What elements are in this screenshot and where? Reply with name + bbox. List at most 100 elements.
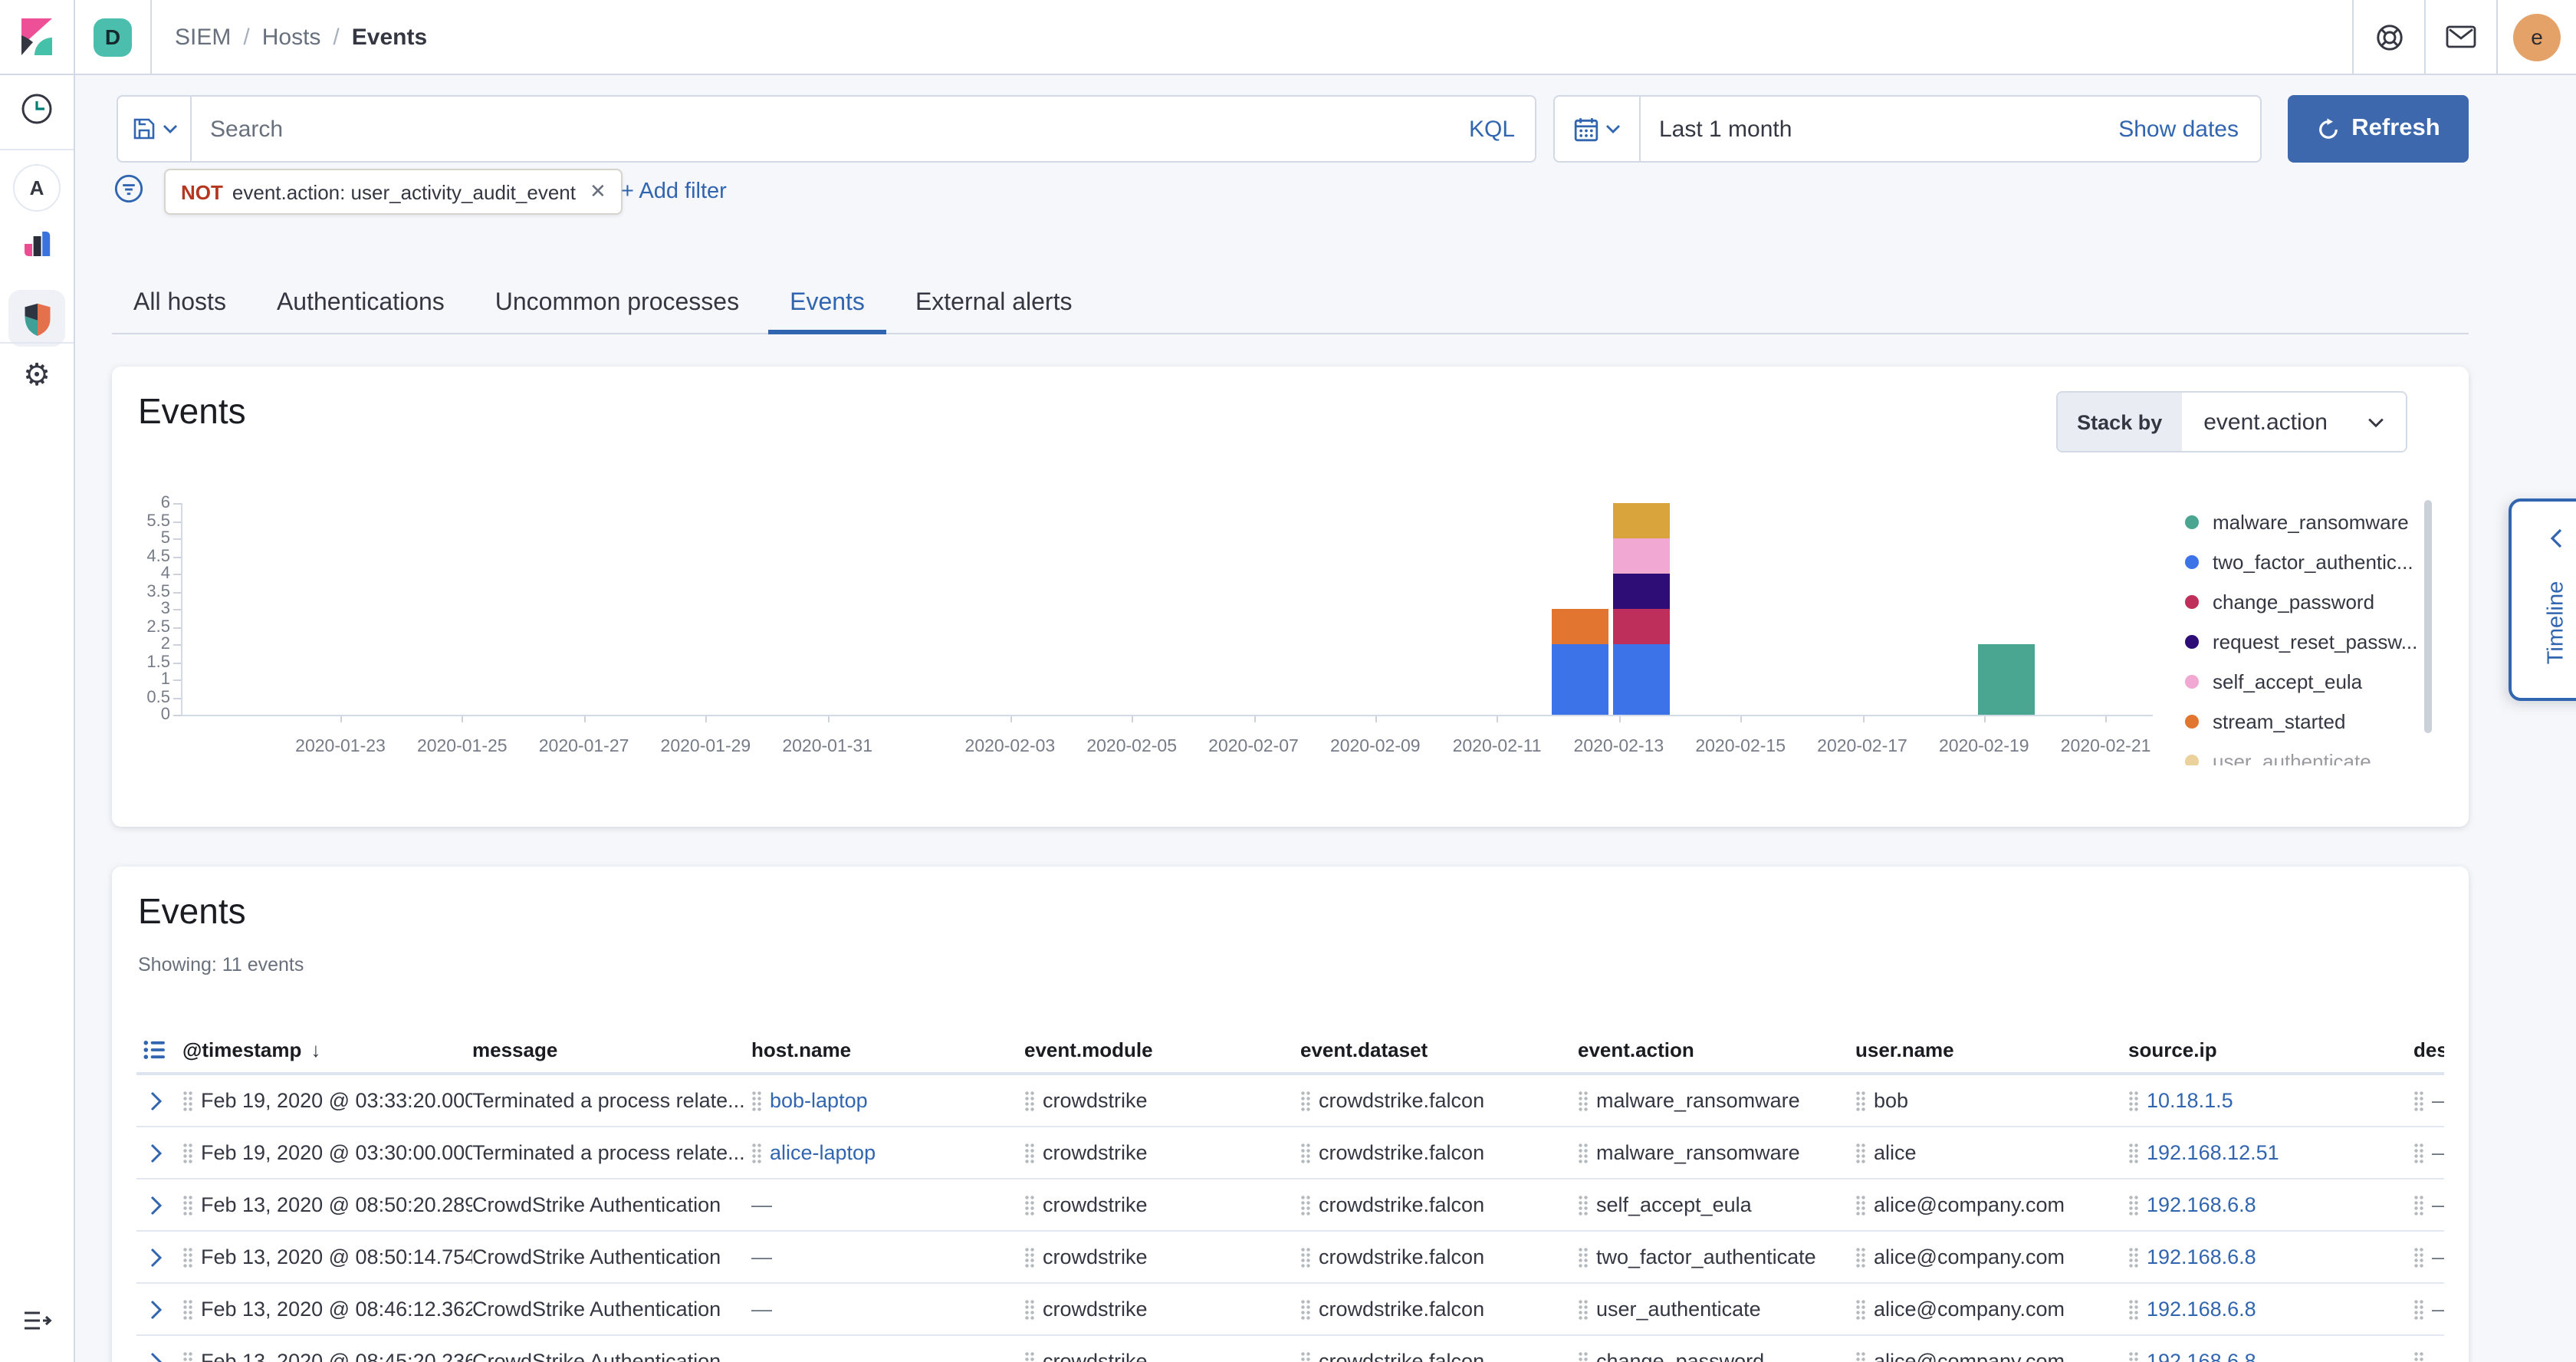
cell-link[interactable]: 192.168.6.8	[2147, 1350, 2256, 1362]
bar-segment-request_reset_password[interactable]	[1612, 574, 1669, 608]
space-badge[interactable]: D	[94, 18, 132, 56]
expand-row-chevron-icon[interactable]	[147, 1088, 164, 1113]
breadcrumb-item[interactable]: Hosts	[262, 24, 321, 50]
sidebar-item-apm[interactable]: A	[13, 164, 61, 212]
drag-handle[interactable]	[2128, 1246, 2139, 1268]
drag-handle[interactable]	[1578, 1142, 1589, 1163]
drag-handle[interactable]	[1578, 1298, 1589, 1320]
drag-handle[interactable]	[2413, 1246, 2424, 1268]
filter-pill[interactable]: NOT event.action: user_activity_audit_ev…	[164, 169, 623, 215]
cell-link[interactable]: 10.18.1.5	[2147, 1089, 2233, 1112]
cell-value[interactable]: —	[2432, 1141, 2444, 1164]
cell-link[interactable]: 192.168.12.51	[2147, 1141, 2279, 1164]
column-header-message[interactable]: message	[472, 1038, 751, 1061]
cell-value[interactable]: crowdstrike	[1043, 1245, 1148, 1268]
drag-handle[interactable]	[1300, 1194, 1311, 1216]
collapse-nav-button[interactable]	[21, 1308, 52, 1333]
drag-handle[interactable]	[1024, 1142, 1035, 1163]
expand-row-chevron-icon[interactable]	[147, 1349, 164, 1362]
filter-settings-icon[interactable]	[113, 173, 144, 204]
legend-item-change_password[interactable]: change_password	[2185, 581, 2424, 621]
tab-authentications[interactable]: Authentications	[255, 275, 466, 333]
drag-handle[interactable]	[1855, 1350, 1866, 1362]
bar-segment-stream_started[interactable]	[1552, 609, 1608, 643]
drag-handle[interactable]	[2413, 1298, 2424, 1320]
expand-row-chevron-icon[interactable]	[147, 1245, 164, 1269]
bar-segment-user_authenticate[interactable]	[1612, 503, 1669, 538]
column-header--timestamp[interactable]: @timestamp↓	[182, 1038, 472, 1061]
cell-value[interactable]: crowdstrike	[1043, 1298, 1148, 1321]
drag-handle[interactable]	[1855, 1142, 1866, 1163]
cell-value[interactable]: bob	[1874, 1089, 1908, 1112]
tab-events[interactable]: Events	[768, 275, 886, 333]
bar-segment-two_factor_authenticate[interactable]	[1612, 644, 1669, 714]
drag-handle[interactable]	[182, 1090, 193, 1111]
drag-handle[interactable]	[182, 1350, 193, 1362]
bar-segment-change_password[interactable]	[1612, 609, 1669, 643]
help-button[interactable]	[2354, 0, 2424, 74]
drag-handle[interactable]	[2128, 1194, 2139, 1216]
bar-segment-malware_ransomware[interactable]	[1978, 644, 2035, 714]
timeline-flyout-button[interactable]: Timeline	[2509, 498, 2576, 701]
drag-handle[interactable]	[1300, 1246, 1311, 1268]
fields-browser-icon[interactable]	[143, 1038, 166, 1061]
cell-link[interactable]: 192.168.6.8	[2147, 1193, 2256, 1216]
cell-value[interactable]: change_password	[1596, 1350, 1764, 1362]
drag-handle[interactable]	[1024, 1246, 1035, 1268]
cell-value[interactable]: user_authenticate	[1596, 1298, 1761, 1321]
date-range-value[interactable]: Last 1 month	[1641, 116, 2097, 142]
drag-handle[interactable]	[1855, 1246, 1866, 1268]
cell-value[interactable]: crowdstrike.falcon	[1319, 1298, 1484, 1321]
cell-link[interactable]: 192.168.6.8	[2147, 1245, 2256, 1268]
drag-handle[interactable]	[182, 1142, 193, 1163]
sidebar-item-analytics[interactable]	[21, 229, 52, 259]
drag-handle[interactable]	[751, 1090, 762, 1111]
drag-handle[interactable]	[1024, 1090, 1035, 1111]
recently-viewed-button[interactable]	[20, 92, 54, 126]
drag-handle[interactable]	[1578, 1246, 1589, 1268]
cell-link[interactable]: bob-laptop	[770, 1089, 868, 1112]
cell-value[interactable]: crowdstrike.falcon	[1319, 1245, 1484, 1268]
drag-handle[interactable]	[2128, 1142, 2139, 1163]
cell-value[interactable]: Feb 13, 2020 @ 08:50:14.754	[201, 1245, 472, 1268]
drag-handle[interactable]	[1855, 1090, 1866, 1111]
cell-value[interactable]: Feb 13, 2020 @ 08:45:20.236	[201, 1350, 472, 1362]
cell-link[interactable]: 192.168.6.8	[2147, 1298, 2256, 1321]
cell-value[interactable]: crowdstrike.falcon	[1319, 1089, 1484, 1112]
cell-value[interactable]: crowdstrike	[1043, 1193, 1148, 1216]
kql-button[interactable]: KQL	[1449, 116, 1535, 142]
drag-handle[interactable]	[1300, 1298, 1311, 1320]
drag-handle[interactable]	[1024, 1194, 1035, 1216]
expand-row-chevron-icon[interactable]	[147, 1193, 164, 1217]
drag-handle[interactable]	[1578, 1090, 1589, 1111]
cell-value[interactable]: —	[2432, 1245, 2444, 1268]
cell-value[interactable]: crowdstrike.falcon	[1319, 1141, 1484, 1164]
drag-handle[interactable]	[1578, 1350, 1589, 1362]
cell-value[interactable]: alice	[1874, 1141, 1917, 1164]
drag-handle[interactable]	[2128, 1298, 2139, 1320]
cell-value[interactable]: Feb 13, 2020 @ 08:50:20.289	[201, 1193, 472, 1216]
legend-item-two_factor_authenticate[interactable]: two_factor_authentic...	[2185, 541, 2424, 581]
drag-handle[interactable]	[751, 1142, 762, 1163]
cell-value[interactable]: —	[2432, 1298, 2444, 1321]
legend-item-stream_started[interactable]: stream_started	[2185, 701, 2424, 741]
breadcrumb-item[interactable]: SIEM	[175, 24, 231, 50]
column-header-destination-ip[interactable]: destination.ip	[2413, 1038, 2444, 1061]
tab-all-hosts[interactable]: All hosts	[112, 275, 248, 333]
tab-external-alerts[interactable]: External alerts	[894, 275, 1094, 333]
show-dates-link[interactable]: Show dates	[2097, 116, 2260, 142]
cell-value[interactable]: alice@company.com	[1874, 1298, 2065, 1321]
legend-item-malware_ransomware[interactable]: malware_ransomware	[2185, 502, 2424, 541]
cell-value[interactable]: crowdstrike	[1043, 1141, 1148, 1164]
drag-handle[interactable]	[182, 1194, 193, 1216]
column-header-event-module[interactable]: event.module	[1024, 1038, 1300, 1061]
drag-handle[interactable]	[2413, 1350, 2424, 1362]
drag-handle[interactable]	[1024, 1350, 1035, 1362]
cell-value[interactable]: two_factor_authenticate	[1596, 1245, 1816, 1268]
expand-row-chevron-icon[interactable]	[147, 1297, 164, 1321]
search-input[interactable]	[192, 116, 1449, 142]
drag-handle[interactable]	[1855, 1298, 1866, 1320]
column-header-user-name[interactable]: user.name	[1855, 1038, 2128, 1061]
cell-value[interactable]: Feb 19, 2020 @ 03:30:00.000	[201, 1141, 472, 1164]
expand-row-chevron-icon[interactable]	[147, 1140, 164, 1165]
